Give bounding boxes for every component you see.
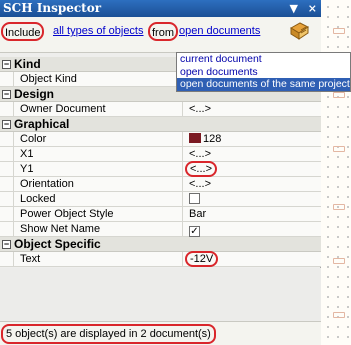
property-value[interactable] [189,192,200,207]
property-value[interactable]: <...> [185,161,218,177]
property-row-owner-document[interactable]: Owner Document <...> [0,102,321,117]
category-graphical[interactable]: − Graphical [0,117,321,132]
inspector-title-bar[interactable]: SCH Inspector ▼ × [0,0,321,17]
filter-book-icon[interactable] [288,22,310,40]
color-swatch [189,133,201,143]
property-name: Text [13,252,183,267]
title-bar-controls: ▼ × [283,0,317,17]
property-row-color[interactable]: Color 128 [0,132,321,147]
scope-option-current-document[interactable]: current document [177,53,350,66]
property-row-y1[interactable]: Y1 <...> [0,161,321,177]
close-icon[interactable]: × [308,2,317,15]
scope-option-open-documents[interactable]: open documents [177,66,350,79]
property-row-power-object-style[interactable]: Power Object Style Bar [0,207,321,222]
property-name: Show Net Name [13,222,183,237]
schematic-part-marker [333,92,345,98]
category-label: Object Specific [14,237,101,251]
property-value[interactable]: <...> [189,102,211,117]
property-name: Orientation [13,177,183,192]
property-value[interactable]: -12V [185,251,219,267]
property-row-x1[interactable]: X1 <...> [0,147,321,162]
category-label: Design [14,87,55,101]
schematic-part-marker [333,312,345,318]
locked-checkbox[interactable] [189,193,200,204]
property-row-orientation[interactable]: Orientation <...> [0,177,321,192]
schematic-part-marker [333,146,345,152]
property-row-show-net-name[interactable]: Show Net Name ✓ [0,222,321,237]
show-net-name-checkbox[interactable]: ✓ [189,226,200,237]
document-scope-link[interactable]: open documents [179,22,260,41]
category-object-specific[interactable]: − Object Specific [0,237,321,252]
schematic-part-marker [333,28,345,34]
schematic-part-marker [333,204,345,210]
property-name: Y1 [13,162,183,177]
property-name: Owner Document [13,102,183,117]
property-row-text[interactable]: Text -12V [0,251,321,267]
property-value[interactable]: <...> [189,177,211,192]
inspector-empty-area [0,268,321,321]
inspector-filter-bar: Include all types of objects from open d… [0,17,321,53]
scope-option-same-project[interactable]: open documents of the same project [177,78,350,91]
status-text: 5 object(s) are displayed in 2 document(… [1,324,216,344]
property-value[interactable]: ✓ [189,222,200,237]
text-value-highlight: -12V [185,251,219,267]
schematic-part-marker [333,258,345,264]
include-label: Include [1,22,45,41]
property-row-locked[interactable]: Locked [0,192,321,207]
category-label: Graphical [14,117,70,131]
collapse-icon[interactable]: − [2,240,11,249]
y1-value-highlight: <...> [185,161,218,177]
object-types-link[interactable]: all types of objects [53,22,144,41]
property-name: Object Kind [13,72,183,87]
category-label: Kind [14,57,41,71]
collapse-icon[interactable]: − [2,120,11,129]
color-value: 128 [203,133,222,145]
panel-menu-icon[interactable]: ▼ [289,2,297,15]
collapse-icon[interactable]: − [2,60,11,69]
property-value[interactable]: <...> [189,147,211,162]
collapse-icon[interactable]: − [2,90,11,99]
inspector-title: SCH Inspector [3,1,102,15]
property-value[interactable]: Bar [189,207,206,222]
property-name: Color [13,132,183,147]
property-value[interactable]: 128 [189,132,221,147]
from-label: from [148,22,178,41]
property-name: Locked [13,192,183,207]
property-name: X1 [13,147,183,162]
inspector-status-bar: 5 object(s) are displayed in 2 document(… [0,321,321,345]
document-scope-dropdown[interactable]: current document open documents open doc… [176,52,351,92]
property-name: Power Object Style [13,207,183,222]
